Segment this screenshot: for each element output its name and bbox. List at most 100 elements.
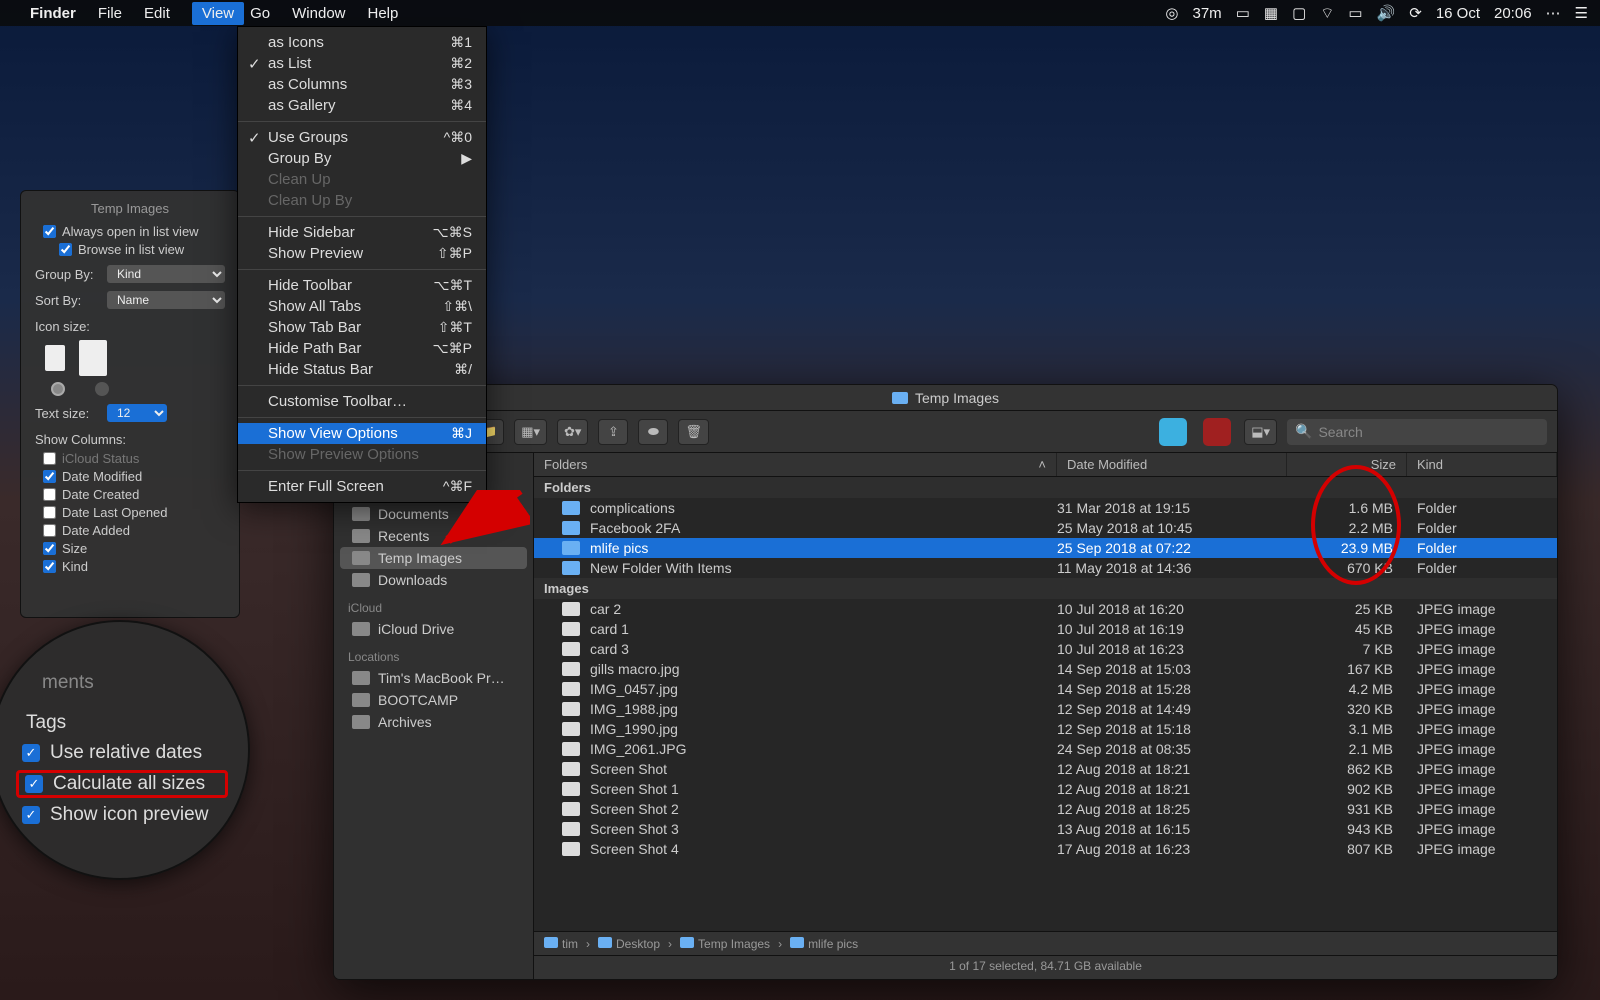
path-segment[interactable]: tim xyxy=(544,937,578,951)
col-date-last-opened-checkbox[interactable] xyxy=(43,506,56,519)
file-row[interactable]: IMG_2061.JPG24 Sep 2018 at 08:352.1 MBJP… xyxy=(534,739,1557,759)
action-button[interactable]: ✿▾ xyxy=(557,419,588,445)
menu-view[interactable]: View xyxy=(192,2,244,25)
file-row[interactable]: mlife pics25 Sep 2018 at 07:2223.9 MBFol… xyxy=(534,538,1557,558)
browse-list-view-checkbox[interactable] xyxy=(59,243,72,256)
col-icloud-status-checkbox[interactable] xyxy=(43,452,56,465)
menu-item-as-gallery[interactable]: as Gallery⌘4 xyxy=(238,95,486,116)
trash-button[interactable]: 🗑 xyxy=(678,419,709,445)
finder-main: Folders˄ Date Modified Size Kind Folders… xyxy=(534,453,1557,979)
notification-icon[interactable]: ☰ xyxy=(1575,4,1588,22)
menu-item-show-preview[interactable]: Show Preview⇧⌘P xyxy=(238,243,486,264)
battery-icon[interactable]: ▭ xyxy=(1348,4,1362,22)
tags-button[interactable]: ⬬ xyxy=(638,419,668,445)
text-size-select[interactable]: 12 xyxy=(107,404,167,422)
finder-window[interactable]: Temp Images ▦ ☰ ▥ ▭ 📁 ▦▾ ✿▾ ⇪ ⬬ 🗑 ⬓▾ 🔍 S… xyxy=(333,384,1558,980)
view-options-panel[interactable]: Temp Images Always open in list view Bro… xyxy=(20,190,240,618)
sync-icon[interactable]: ⟳ xyxy=(1409,4,1422,22)
menu-item-enter-full-screen[interactable]: Enter Full Screen^⌘F xyxy=(238,476,486,497)
sidebar-item-bootcamp[interactable]: BOOTCAMP xyxy=(334,689,533,711)
menubar-app[interactable]: Finder xyxy=(30,5,76,22)
sidebar-item-recents[interactable]: Recents xyxy=(334,525,533,547)
menu-window[interactable]: Window xyxy=(292,5,345,22)
menubar-time[interactable]: 20:06 xyxy=(1494,5,1532,22)
status-icon[interactable]: ◎ xyxy=(1165,4,1178,22)
file-row[interactable]: New Folder With Items11 May 2018 at 14:3… xyxy=(534,558,1557,578)
calendar-icon[interactable]: ▦ xyxy=(1264,4,1278,22)
menu-item-show-view-options[interactable]: Show View Options⌘J xyxy=(238,423,486,444)
group-by-select[interactable]: Kind xyxy=(107,265,225,283)
sidebar-item-downloads[interactable]: Downloads xyxy=(334,569,533,591)
menu-item-show-all-tabs[interactable]: Show All Tabs⇧⌘\ xyxy=(238,296,486,317)
icon-size-large-radio[interactable] xyxy=(95,382,109,396)
menu-item-as-list[interactable]: ✓as List⌘2 xyxy=(238,53,486,74)
file-row[interactable]: Screen Shot12 Aug 2018 at 18:21862 KBJPE… xyxy=(534,759,1557,779)
app-icon-2[interactable] xyxy=(1203,418,1231,446)
sidebar-item-icloud-drive[interactable]: iCloud Drive xyxy=(334,618,533,640)
col-date-modified-checkbox[interactable] xyxy=(43,470,56,483)
search-field[interactable]: 🔍 Search xyxy=(1287,419,1547,445)
menu-item-use-groups[interactable]: ✓Use Groups^⌘0 xyxy=(238,127,486,148)
airplay-icon[interactable]: ▢ xyxy=(1292,4,1306,22)
col-date[interactable]: Date Modified xyxy=(1057,453,1287,476)
file-row[interactable]: card 110 Jul 2018 at 16:1945 KBJPEG imag… xyxy=(534,619,1557,639)
menu-file[interactable]: File xyxy=(98,5,122,22)
path-segment[interactable]: Desktop xyxy=(598,937,660,951)
menu-item-hide-sidebar[interactable]: Hide Sidebar⌥⌘S xyxy=(238,222,486,243)
display-icon[interactable]: ▭ xyxy=(1236,4,1250,22)
col-date-added-checkbox[interactable] xyxy=(43,524,56,537)
path-segment[interactable]: mlife pics xyxy=(790,937,858,951)
finder-titlebar[interactable]: Temp Images xyxy=(334,385,1557,411)
col-kind[interactable]: Kind xyxy=(1407,453,1557,476)
path-segment[interactable]: Temp Images xyxy=(680,937,770,951)
file-row[interactable]: car 210 Jul 2018 at 16:2025 KBJPEG image xyxy=(534,599,1557,619)
menu-edit[interactable]: Edit xyxy=(144,5,170,22)
image-icon xyxy=(562,622,580,636)
menu-item-group-by[interactable]: Group By▶ xyxy=(238,148,486,169)
volume-icon[interactable]: 🔊 xyxy=(1377,4,1396,22)
file-row[interactable]: Screen Shot 112 Aug 2018 at 18:21902 KBJ… xyxy=(534,779,1557,799)
siri-icon[interactable]: ⋯ xyxy=(1546,4,1561,22)
app-icon-1[interactable] xyxy=(1159,418,1187,446)
menu-help[interactable]: Help xyxy=(368,5,399,22)
battery-text[interactable]: 37m xyxy=(1193,5,1222,22)
file-row[interactable]: card 310 Jul 2018 at 16:237 KBJPEG image xyxy=(534,639,1557,659)
menu-item-as-icons[interactable]: as Icons⌘1 xyxy=(238,32,486,53)
file-row[interactable]: Screen Shot 212 Aug 2018 at 18:25931 KBJ… xyxy=(534,799,1557,819)
col-size[interactable]: Size xyxy=(1287,453,1407,476)
menu-item-customise-toolbar-[interactable]: Customise Toolbar… xyxy=(238,391,486,412)
file-row[interactable]: gills macro.jpg14 Sep 2018 at 15:03167 K… xyxy=(534,659,1557,679)
menu-item-hide-toolbar[interactable]: Hide Toolbar⌥⌘T xyxy=(238,275,486,296)
menu-item-as-columns[interactable]: as Columns⌘3 xyxy=(238,74,486,95)
icon-size-small-radio[interactable] xyxy=(51,382,65,396)
sort-by-select[interactable]: Name xyxy=(107,291,225,309)
file-row[interactable]: Facebook 2FA25 May 2018 at 10:452.2 MBFo… xyxy=(534,518,1557,538)
col-name[interactable]: Folders˄ xyxy=(534,453,1057,476)
share-button[interactable]: ⇪ xyxy=(598,419,628,445)
file-row[interactable]: Screen Shot 417 Aug 2018 at 16:23807 KBJ… xyxy=(534,839,1557,859)
path-bar[interactable]: tim›Desktop›Temp Images›mlife pics xyxy=(534,931,1557,955)
menu-item-hide-path-bar[interactable]: Hide Path Bar⌥⌘P xyxy=(238,338,486,359)
col-date-created-checkbox[interactable] xyxy=(43,488,56,501)
image-icon xyxy=(562,722,580,736)
menubar-date[interactable]: 16 Oct xyxy=(1436,5,1480,22)
col-size-checkbox[interactable] xyxy=(43,542,56,555)
dropbox-button[interactable]: ⬓▾ xyxy=(1244,419,1277,445)
file-row[interactable]: Screen Shot 313 Aug 2018 at 16:15943 KBJ… xyxy=(534,819,1557,839)
file-row[interactable]: IMG_0457.jpg14 Sep 2018 at 15:284.2 MBJP… xyxy=(534,679,1557,699)
wifi-icon[interactable]: ⌔ xyxy=(1320,4,1334,23)
sidebar-item-documents[interactable]: Documents xyxy=(334,503,533,525)
sidebar-item-archives[interactable]: Archives xyxy=(334,711,533,733)
file-row[interactable]: IMG_1990.jpg12 Sep 2018 at 15:183.1 MBJP… xyxy=(534,719,1557,739)
sidebar-item-temp-images[interactable]: Temp Images xyxy=(340,547,527,569)
menu-item-show-tab-bar[interactable]: Show Tab Bar⇧⌘T xyxy=(238,317,486,338)
always-list-view-checkbox[interactable] xyxy=(43,225,56,238)
menu-go[interactable]: Go xyxy=(250,5,270,22)
file-row[interactable]: IMG_1988.jpg12 Sep 2018 at 14:49320 KBJP… xyxy=(534,699,1557,719)
sidebar-header: Locations xyxy=(334,640,533,667)
file-row[interactable]: complications31 Mar 2018 at 19:151.6 MBF… xyxy=(534,498,1557,518)
sidebar-item-tim-s-macbook-pr-[interactable]: Tim's MacBook Pr… xyxy=(334,667,533,689)
group-button[interactable]: ▦▾ xyxy=(514,419,547,445)
col-kind-checkbox[interactable] xyxy=(43,560,56,573)
menu-item-hide-status-bar[interactable]: Hide Status Bar⌘/ xyxy=(238,359,486,380)
